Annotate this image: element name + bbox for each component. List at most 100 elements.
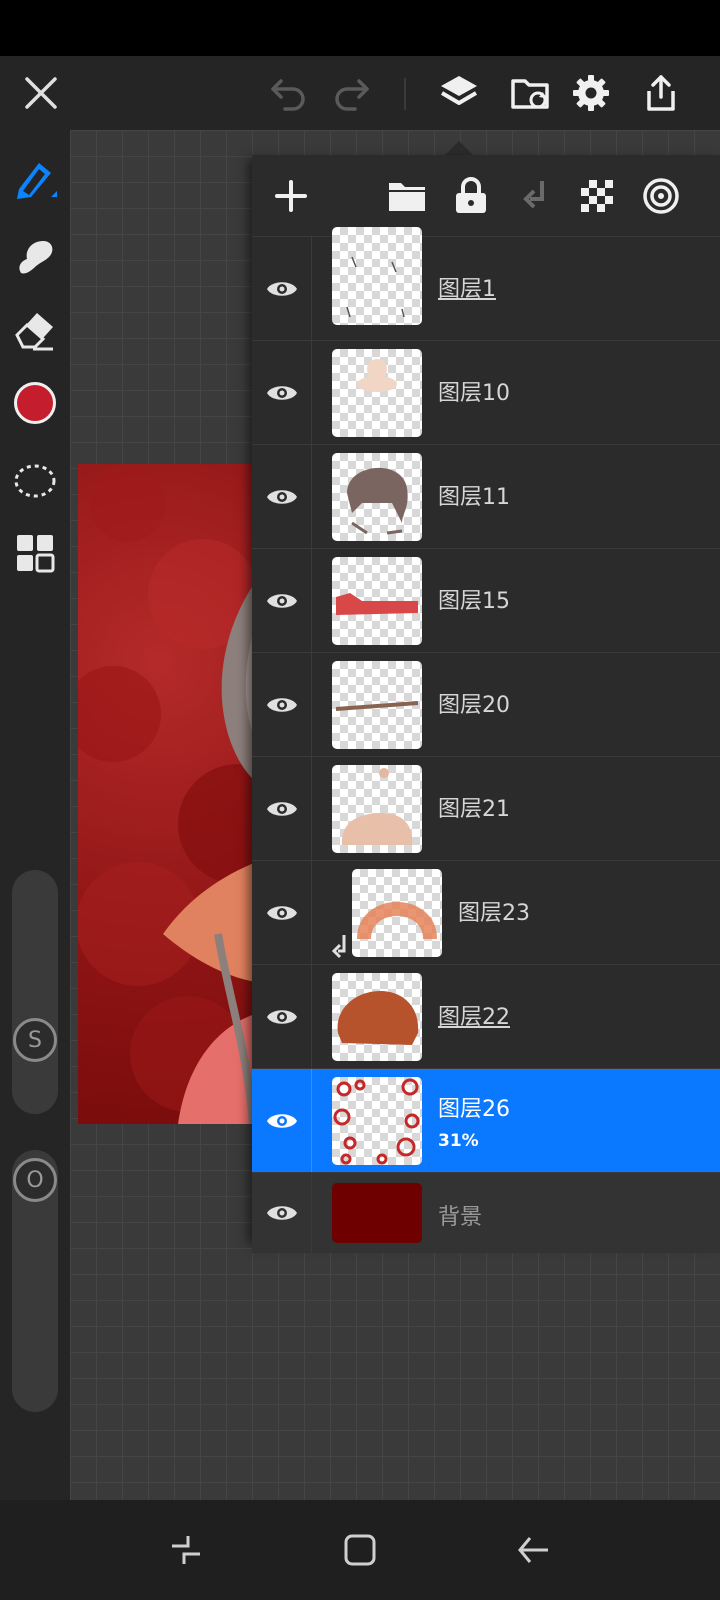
- brush-opacity-knob[interactable]: O: [13, 1158, 57, 1202]
- layer-row[interactable]: 图层15: [252, 549, 720, 653]
- layer-row[interactable]: 图层20: [252, 653, 720, 757]
- lock-layer-button[interactable]: [442, 167, 500, 225]
- share-button[interactable]: [630, 56, 692, 130]
- eye-icon: [266, 1206, 297, 1220]
- left-toolbar: S O: [0, 130, 70, 1500]
- background-layer-row[interactable]: 背景: [252, 1173, 720, 1253]
- top-toolbar: [0, 56, 720, 130]
- home-icon: [344, 1534, 376, 1566]
- layer-list: 图层1 图层10 图层11 图层15 图层20 图层21 图层23 图层22 图…: [252, 227, 720, 1253]
- gear-icon: [573, 75, 609, 111]
- close-button[interactable]: [10, 56, 72, 130]
- add-layer-button[interactable]: [262, 167, 320, 225]
- layer-name: 图层23: [458, 901, 530, 926]
- clipping-mask-icon: [332, 935, 346, 959]
- eraser-icon: [15, 313, 53, 351]
- visibility-toggle[interactable]: [252, 445, 312, 548]
- layer-thumbnail: [332, 227, 422, 325]
- thumbnail-image: [333, 1078, 420, 1165]
- layer-thumbnail: [332, 1077, 422, 1165]
- visibility-toggle[interactable]: [252, 653, 312, 756]
- layer-row[interactable]: 图层22: [252, 965, 720, 1069]
- close-icon: [25, 77, 57, 109]
- layer-opacity: 31%: [438, 1131, 479, 1151]
- merge-down-icon: [523, 181, 544, 209]
- visibility-toggle[interactable]: [252, 757, 312, 860]
- layer-thumbnail: [352, 869, 442, 957]
- layers-button[interactable]: [428, 56, 490, 130]
- alpha-lock-button[interactable]: [568, 167, 626, 225]
- layer-name: 图层22: [438, 1005, 510, 1030]
- visibility-toggle[interactable]: [252, 861, 312, 964]
- layer-thumbnail: [332, 557, 422, 645]
- visibility-toggle[interactable]: [252, 549, 312, 652]
- eye-icon: [266, 1009, 297, 1024]
- smudge-tool-button[interactable]: [8, 228, 62, 282]
- thumbnail-image: [335, 701, 419, 711]
- plus-icon: [275, 180, 307, 212]
- layer-row[interactable]: 图层21: [252, 757, 720, 861]
- system-nav-bar: [0, 1500, 720, 1600]
- visibility-toggle[interactable]: [252, 965, 312, 1068]
- brush-icon: [17, 163, 57, 199]
- thumbnail-image: [337, 991, 419, 1045]
- target-icon: [643, 178, 679, 214]
- file-sync-button[interactable]: [500, 56, 562, 130]
- eye-icon: [266, 801, 297, 816]
- layer-row[interactable]: 图层23: [252, 861, 720, 965]
- layer-row[interactable]: 图层1: [252, 227, 720, 341]
- artwork-canvas[interactable]: [78, 464, 278, 1124]
- layer-effects-button[interactable]: [632, 167, 690, 225]
- visibility-toggle[interactable]: [252, 1173, 312, 1253]
- color-swatch: [14, 382, 56, 424]
- visibility-toggle[interactable]: [252, 237, 312, 340]
- visibility-toggle[interactable]: [252, 1069, 312, 1172]
- brush-tool-button[interactable]: [8, 152, 62, 206]
- recent-apps-icon: [172, 1536, 200, 1564]
- eye-icon: [266, 905, 297, 920]
- layer-thumbnail: [332, 349, 422, 437]
- layer-thumbnail: [332, 661, 422, 749]
- recent-apps-button[interactable]: [158, 1524, 214, 1576]
- brush-size-knob[interactable]: S: [13, 1018, 57, 1062]
- undo-icon: [271, 79, 305, 111]
- layer-name: 背景: [438, 1205, 483, 1230]
- eye-icon: [266, 489, 297, 504]
- layer-name: 图层21: [438, 797, 510, 822]
- undo-button[interactable]: [258, 56, 320, 130]
- layer-thumbnail: [332, 765, 422, 853]
- redo-button[interactable]: [320, 56, 382, 130]
- folder-icon: [389, 183, 425, 211]
- layer-row[interactable]: 图层10: [252, 341, 720, 445]
- redo-icon: [335, 79, 369, 111]
- merge-down-button[interactable]: [506, 167, 564, 225]
- layer-name: 图层1: [438, 277, 496, 302]
- layer-thumbnail: [332, 973, 422, 1061]
- layer-row-selected[interactable]: 图层26 31%: [252, 1069, 720, 1173]
- brush-size-slider[interactable]: S: [12, 870, 58, 1114]
- eraser-tool-button[interactable]: [8, 302, 62, 356]
- eye-icon: [266, 1113, 297, 1128]
- checkerboard-icon: [581, 180, 613, 212]
- brush-opacity-slider[interactable]: O: [12, 1150, 58, 1412]
- eye-icon: [266, 593, 297, 608]
- color-picker-button[interactable]: [8, 376, 62, 430]
- thumbnail-image: [336, 593, 418, 615]
- add-folder-button[interactable]: [378, 167, 436, 225]
- thumbnail-image: [347, 467, 408, 535]
- lock-icon: [456, 177, 486, 213]
- back-button[interactable]: [506, 1524, 562, 1576]
- lasso-select-button[interactable]: [8, 454, 62, 508]
- transform-tool-button[interactable]: [8, 526, 62, 580]
- layers-toolbar: [252, 155, 720, 237]
- layer-name: 图层11: [438, 485, 510, 510]
- layer-name: 图层10: [438, 381, 510, 406]
- smudge-icon: [19, 241, 53, 274]
- layer-name: 图层15: [438, 589, 510, 614]
- home-button[interactable]: [332, 1524, 388, 1576]
- layer-row[interactable]: 图层11: [252, 445, 720, 549]
- visibility-toggle[interactable]: [252, 341, 312, 444]
- panel-pointer: [445, 141, 473, 155]
- layer-thumbnail: [332, 453, 422, 541]
- settings-button[interactable]: [560, 56, 622, 130]
